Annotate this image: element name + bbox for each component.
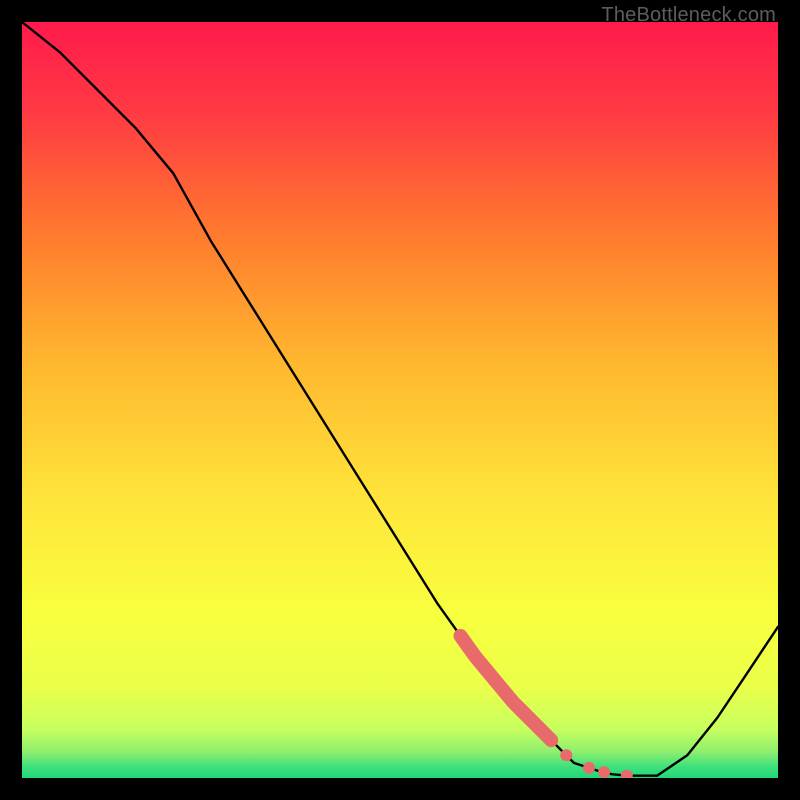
highlight-dot — [583, 762, 595, 774]
plot-area — [22, 22, 778, 778]
chart-stage: TheBottleneck.com — [0, 0, 800, 800]
plot-svg — [22, 22, 778, 778]
highlight-dot — [598, 766, 610, 778]
gradient-background — [22, 22, 778, 778]
highlight-dot — [560, 749, 572, 761]
watermark-text: TheBottleneck.com — [601, 4, 776, 27]
